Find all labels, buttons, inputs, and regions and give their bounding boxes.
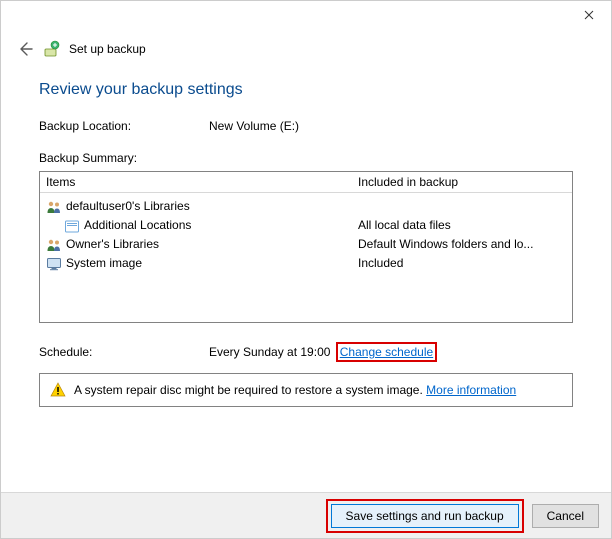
backup-icon [43,40,61,58]
repair-text: A system repair disc might be required t… [74,383,426,397]
back-arrow-icon [17,41,33,57]
close-button[interactable] [566,1,611,29]
schedule-label: Schedule: [39,345,209,359]
schedule-row: Schedule: Every Sunday at 19:00 Change s… [39,345,573,359]
table-row[interactable]: Owner's Libraries Default Windows folders… [40,235,572,254]
item-included: Included [358,254,572,273]
folder-icon [64,218,80,234]
change-schedule-link[interactable]: Change schedule [340,345,433,359]
more-information-link[interactable]: More information [426,383,516,397]
schedule-value: Every Sunday at 19:00 Change schedule [209,345,437,359]
item-name: Owner's Libraries [66,235,159,254]
app-title: Set up backup [69,42,146,56]
backup-summary-label: Backup Summary: [39,151,573,165]
warning-icon [50,382,66,398]
titlebar [1,1,611,31]
item-included: Default Windows folders and lo... [358,235,572,254]
table-row[interactable]: Additional Locations All local data files [40,216,572,235]
monitor-icon [46,256,62,272]
summary-table-header: Items Included in backup [40,172,572,193]
col-included: Included in backup [358,175,566,189]
users-icon [46,237,62,253]
cancel-button[interactable]: Cancel [532,504,599,528]
item-name: Additional Locations [84,216,191,235]
schedule-value-text: Every Sunday at 19:00 [209,345,330,359]
users-icon [46,199,62,215]
back-button[interactable] [15,39,35,59]
backup-location-label: Backup Location: [39,119,209,133]
item-name: System image [66,254,142,273]
close-icon [584,10,594,20]
backup-location-value: New Volume (E:) [209,119,573,133]
item-included: All local data files [358,216,572,235]
item-name: defaultuser0's Libraries [66,197,190,216]
page-heading: Review your backup settings [39,81,573,99]
repair-disc-text: A system repair disc might be required t… [74,383,516,397]
table-row[interactable]: defaultuser0's Libraries [40,197,572,216]
backup-location-row: Backup Location: New Volume (E:) [39,119,573,133]
summary-box: Items Included in backup defaultuser0's … [39,171,573,323]
content-area: Review your backup settings Backup Locat… [1,63,611,407]
save-button-highlight: Save settings and run backup [326,499,524,533]
button-bar: Save settings and run backup Cancel [1,492,611,538]
header-row: Set up backup [1,31,611,63]
save-button[interactable]: Save settings and run backup [331,504,519,528]
col-items: Items [46,175,358,189]
repair-disc-info: A system repair disc might be required t… [39,373,573,407]
summary-table-body: defaultuser0's LibrariesAdditional Locat… [40,193,572,277]
table-row[interactable]: System image Included [40,254,572,273]
